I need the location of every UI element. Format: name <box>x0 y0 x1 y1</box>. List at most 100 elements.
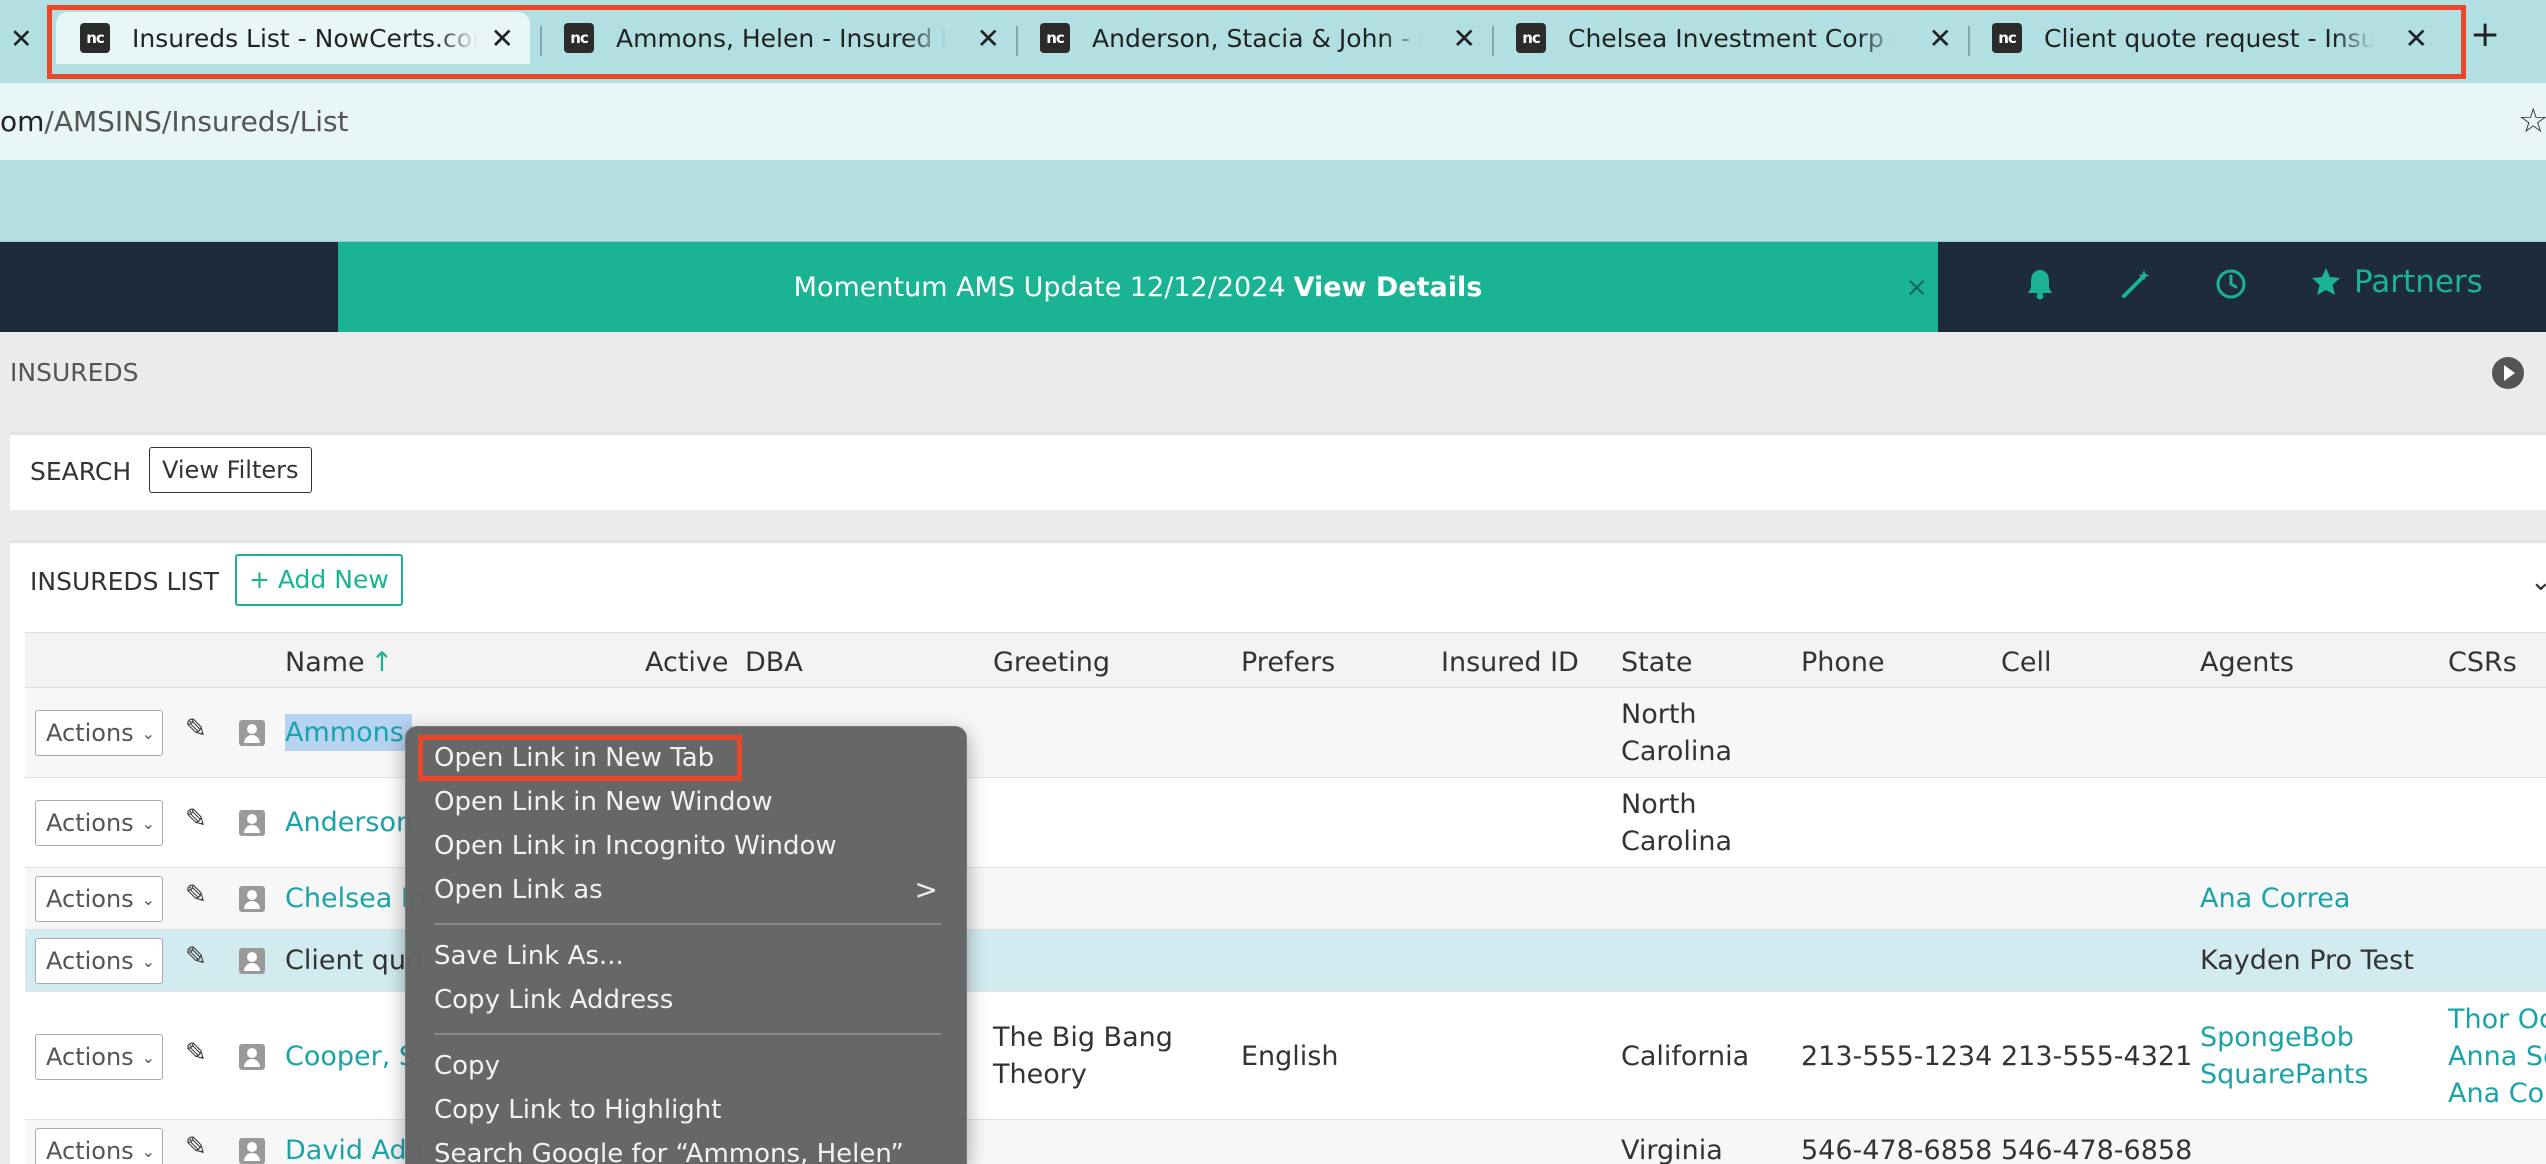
view-details-link[interactable]: View Details <box>1294 272 1483 303</box>
person-icon[interactable] <box>239 1138 265 1164</box>
address-bar[interactable]: om/AMSINS/Insureds/List ☆ <box>0 83 2546 160</box>
search-label: SEARCH <box>30 457 132 486</box>
insured-name-link[interactable]: Anderson <box>285 804 413 841</box>
pencil-icon[interactable]: ✎ <box>185 1038 207 1068</box>
pencil-icon[interactable]: ✎ <box>185 880 207 910</box>
menu-item-copy[interactable]: Copy <box>434 1051 500 1081</box>
phone-cell: 546-478-6858 <box>1801 1135 1993 1164</box>
agent-link[interactable]: SpongeBob <box>2200 1019 2354 1056</box>
banner-close-icon[interactable]: × <box>1905 272 1928 303</box>
pencil-icon[interactable]: ✎ <box>185 942 207 972</box>
menu-item-save-link-as[interactable]: Save Link As... <box>434 941 624 971</box>
insureds-list-label: INSUREDS LIST <box>30 567 219 596</box>
state-cell: North <box>1621 789 1697 820</box>
column-header-cell[interactable]: Cell <box>2001 647 2051 678</box>
partners-link[interactable]: Partners <box>2310 264 2483 300</box>
pencil-icon[interactable]: ✎ <box>185 804 207 834</box>
magic-wand-icon[interactable] <box>2120 268 2152 308</box>
person-icon[interactable] <box>239 1044 265 1070</box>
column-header-insured-id[interactable]: Insured ID <box>1441 647 1579 678</box>
menu-item-open-link-new-tab[interactable]: Open Link in New Tab <box>434 743 714 773</box>
actions-dropdown[interactable]: Actions ⌄ <box>35 938 163 984</box>
column-header-prefers[interactable]: Prefers <box>1241 647 1335 678</box>
insured-name-link[interactable]: Cooper, S <box>285 1038 416 1075</box>
column-header-agents[interactable]: Agents <box>2200 647 2294 678</box>
new-tab-button[interactable]: + <box>2470 14 2500 55</box>
tabs-annotation-frame <box>47 5 2466 79</box>
column-header-state[interactable]: State <box>1621 647 1692 678</box>
actions-dropdown[interactable]: Actions ⌄ <box>35 1034 163 1080</box>
clock-icon[interactable] <box>2215 268 2247 308</box>
person-icon[interactable] <box>239 810 265 836</box>
table-row: Actions ⌄ ✎ Chelsea In Ana Correa <box>25 868 2546 930</box>
column-header-name[interactable]: Name ↑ <box>285 647 393 678</box>
person-icon[interactable] <box>239 886 265 912</box>
cell-phone-cell: 546-478-6858 <box>2001 1135 2193 1164</box>
state-cell: North <box>1621 699 1697 730</box>
menu-separator <box>434 923 941 925</box>
play-icon[interactable] <box>2492 357 2524 389</box>
state-cell-line2: Carolina <box>1621 736 1733 767</box>
table-header: Name ↑ Active DBA Greeting Prefers Insure… <box>25 632 2546 688</box>
insured-name-link[interactable]: Client quo <box>285 942 423 979</box>
star-outline-icon[interactable]: ☆ <box>2518 101 2546 141</box>
star-icon <box>2312 268 2340 295</box>
chevron-down-icon[interactable]: ⌄ <box>2530 567 2546 597</box>
view-filters-button[interactable]: View Filters <box>149 447 312 493</box>
add-new-button[interactable]: + Add New <box>235 554 403 606</box>
phone-cell: 213-555-1234 <box>1801 1041 1993 1072</box>
state-cell: California <box>1621 1041 1750 1072</box>
close-tab-icon[interactable]: ✕ <box>10 24 33 55</box>
column-header-csrs[interactable]: CSRs <box>2448 647 2517 678</box>
menu-item-copy-link-to-highlight[interactable]: Copy Link to Highlight <box>434 1095 721 1125</box>
menu-item-open-link-incognito[interactable]: Open Link in Incognito Window <box>434 831 837 861</box>
cell-phone-cell: 213-555-4321 <box>2001 1041 2193 1072</box>
state-cell-line2: Carolina <box>1621 826 1733 857</box>
update-banner: Momentum AMS Update 12/12/2024 View Deta… <box>338 242 1938 332</box>
state-cell: Virginia <box>1621 1135 1723 1164</box>
person-icon[interactable] <box>239 720 265 746</box>
agent-link[interactable]: Ana Correa <box>2200 880 2350 917</box>
column-header-dba[interactable]: DBA <box>745 647 803 678</box>
context-menu: Open Link in New Tab Open Link in New Wi… <box>405 726 967 1164</box>
csr-link[interactable]: Anna Se <box>2448 1038 2546 1075</box>
column-header-phone[interactable]: Phone <box>1801 647 1885 678</box>
banner-text: Momentum AMS Update 12/12/2024 <box>793 271 1286 303</box>
sort-up-arrow-icon: ↑ <box>370 647 394 678</box>
table-row: Actions ⌄ ✎ Ammons, North Carolina <box>25 688 2546 778</box>
person-icon[interactable] <box>239 948 265 974</box>
url-text[interactable]: om/AMSINS/Insureds/List <box>0 105 349 138</box>
column-header-active[interactable]: Active <box>645 647 729 678</box>
table-row: Actions ⌄ ✎ Anderson North Carolina <box>25 778 2546 868</box>
actions-dropdown[interactable]: Actions ⌄ <box>35 800 163 846</box>
prefers-cell: English <box>1241 1041 1339 1072</box>
app-header: Momentum AMS Update 12/12/2024 View Deta… <box>0 242 2546 332</box>
menu-item-open-link-new-window[interactable]: Open Link in New Window <box>434 787 773 817</box>
pencil-icon[interactable]: ✎ <box>185 1132 207 1162</box>
table-row: Actions ⌄ ✎ Cooper, S The Big Bang Theory… <box>25 992 2546 1120</box>
greeting-cell-line2: Theory <box>993 1059 1087 1090</box>
actions-dropdown[interactable]: Actions ⌄ <box>35 710 163 756</box>
actions-dropdown[interactable]: Actions ⌄ <box>35 1128 163 1164</box>
partners-label: Partners <box>2354 264 2483 300</box>
menu-item-copy-link-address[interactable]: Copy Link Address <box>434 985 673 1015</box>
chevron-right-icon: > <box>914 873 938 906</box>
page-title-bar: INSUREDS <box>0 332 2546 412</box>
search-panel: SEARCH View Filters <box>10 432 2546 510</box>
menu-separator <box>434 1033 941 1035</box>
insured-name-link[interactable]: David Ada <box>285 1132 423 1164</box>
bell-icon[interactable] <box>2025 268 2055 308</box>
menu-item-open-link-as[interactable]: Open Link as <box>434 875 603 905</box>
pencil-icon[interactable]: ✎ <box>185 714 207 744</box>
browser-tab-strip: ✕ nc Insureds List - NowCerts.com ✕ nc A… <box>0 0 2546 83</box>
agent-text: Kayden Pro Test <box>2200 945 2414 976</box>
greeting-cell: The Big Bang <box>993 1022 1173 1053</box>
csr-link[interactable]: Thor Od <box>2448 1001 2546 1038</box>
menu-item-search-google[interactable]: Search Google for “Ammons, Helen” <box>434 1139 904 1164</box>
csr-link[interactable]: Ana Cor <box>2448 1075 2546 1112</box>
insured-name-link[interactable]: Ammons, <box>285 714 413 751</box>
agent-link-line2[interactable]: SquarePants <box>2200 1056 2368 1093</box>
page-title: INSUREDS <box>10 358 139 387</box>
column-header-greeting[interactable]: Greeting <box>993 647 1110 678</box>
actions-dropdown[interactable]: Actions ⌄ <box>35 876 163 922</box>
